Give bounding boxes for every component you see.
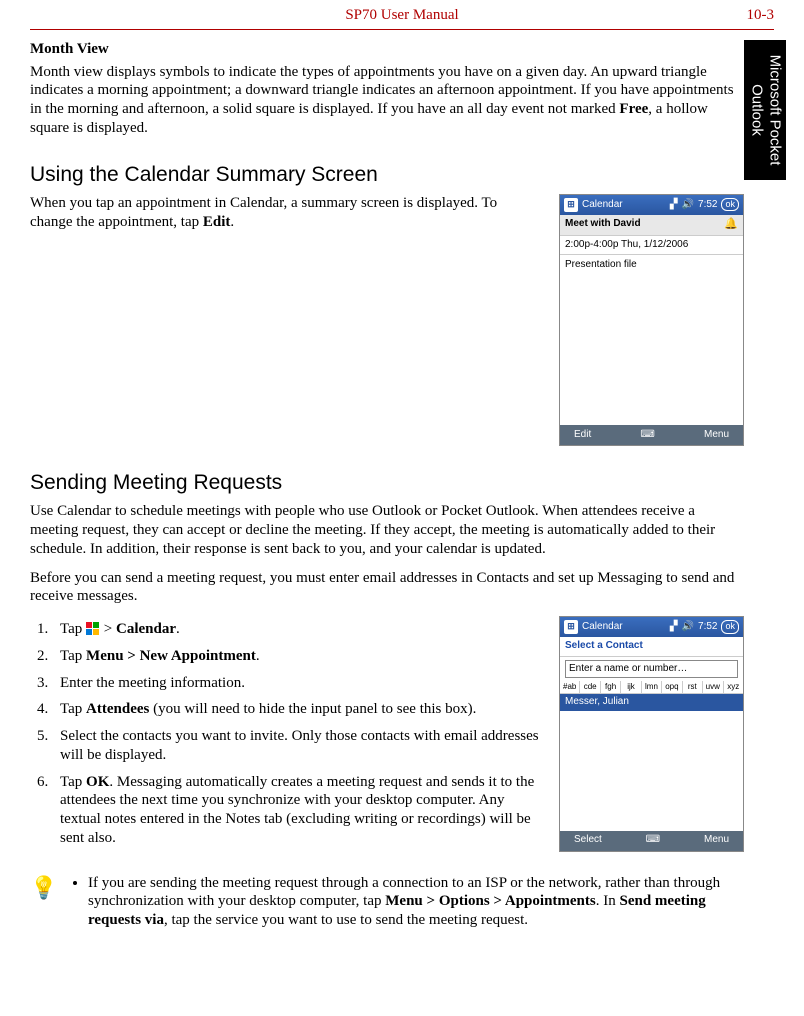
step-2: Tap Menu > New Appointment. <box>52 647 541 666</box>
keyboard-icon[interactable]: ⌨ <box>639 429 657 442</box>
page-number: 10-3 <box>714 6 774 25</box>
page-header: SP70 User Manual 10-3 <box>0 0 804 29</box>
signal-icon: ▞ <box>670 621 678 634</box>
ok-button[interactable]: ok <box>721 198 739 211</box>
shot1-note: Presentation file <box>565 259 637 270</box>
shot1-softbar: Edit ⌨ Menu <box>560 425 743 445</box>
step-1: Tap > Calendar. <box>52 620 541 639</box>
shot1-time: 7:52 <box>698 199 717 212</box>
windows-start-icon <box>86 622 100 636</box>
step-6: Tap OK. Messaging automatically creates … <box>52 773 541 848</box>
shot2-select: Select a Contact <box>560 637 743 657</box>
chapter-tab-line1: Microsoft Pocket <box>766 55 783 166</box>
shot2-titlebar: ⊞ Calendar ▞ 🔊 7:52 ok <box>560 617 743 637</box>
doc-title: SP70 User Manual <box>90 6 714 25</box>
tip-text: If you are sending the meeting request t… <box>88 874 744 930</box>
shot1-titlebar: ⊞ Calendar ▞ 🔊 7:52 ok <box>560 195 743 215</box>
month-view-para: Month view displays symbols to indicate … <box>30 63 744 138</box>
alpha-index[interactable]: #ab cde fgh ijk lmn opq rst uvw xyz <box>560 681 743 694</box>
contact-row-selected[interactable]: Messer, Julian <box>560 694 743 711</box>
contact-search-input[interactable]: Enter a name or number… <box>565 660 738 679</box>
month-view-heading: Month View <box>30 40 744 59</box>
shot1-when: 2:00p-4:00p Thu, 1/12/2006 <box>560 236 743 256</box>
shot1-subject-bar: Meet with David 🔔 <box>560 215 743 236</box>
start-icon: ⊞ <box>564 620 578 634</box>
shot1-title: Calendar <box>582 199 623 212</box>
meeting-steps: Tap > Calendar. Tap Menu > New Appointme… <box>30 620 541 848</box>
select-softkey[interactable]: Select <box>574 834 602 847</box>
speaker-icon: 🔊 <box>682 199 694 212</box>
step-3: Enter the meeting information. <box>52 674 541 693</box>
signal-icon: ▞ <box>670 199 678 212</box>
meeting-p2: Before you can send a meeting request, y… <box>30 569 744 607</box>
shot1-body: Presentation file <box>560 255 743 425</box>
shot2-softbar: Select ⌨ Menu <box>560 831 743 851</box>
lightbulb-icon: 💡 <box>30 874 58 936</box>
summary-para: When you tap an appointment in Calendar,… <box>30 194 541 232</box>
edit-softkey[interactable]: Edit <box>574 429 591 442</box>
tip-note: 💡 If you are sending the meeting request… <box>30 874 744 936</box>
speaker-icon: 🔊 <box>682 621 694 634</box>
chapter-tab: Microsoft Pocket Outlook <box>744 40 786 180</box>
step-4: Tap Attendees (you will need to hide the… <box>52 700 541 719</box>
start-icon: ⊞ <box>564 198 578 212</box>
shot2-time: 7:52 <box>698 621 717 634</box>
meeting-heading: Sending Meeting Requests <box>30 470 744 496</box>
step-5: Select the contacts you want to invite. … <box>52 727 541 765</box>
shot1-subject: Meet with David <box>565 218 641 231</box>
reminder-icon: 🔔 <box>724 218 738 232</box>
screenshot-summary: ⊞ Calendar ▞ 🔊 7:52 ok Meet with David 🔔… <box>559 194 744 446</box>
ok-button[interactable]: ok <box>721 620 739 633</box>
menu-softkey[interactable]: Menu <box>704 834 729 847</box>
shot2-body <box>560 711 743 831</box>
menu-softkey[interactable]: Menu <box>704 429 729 442</box>
summary-heading: Using the Calendar Summary Screen <box>30 162 744 188</box>
keyboard-icon[interactable]: ⌨ <box>644 834 662 847</box>
screenshot-contacts: ⊞ Calendar ▞ 🔊 7:52 ok Select a Contact … <box>559 616 744 852</box>
shot2-title: Calendar <box>582 621 623 634</box>
header-rule <box>30 29 774 30</box>
chapter-tab-line2: Outlook <box>748 84 765 136</box>
meeting-p1: Use Calendar to schedule meetings with p… <box>30 502 744 558</box>
